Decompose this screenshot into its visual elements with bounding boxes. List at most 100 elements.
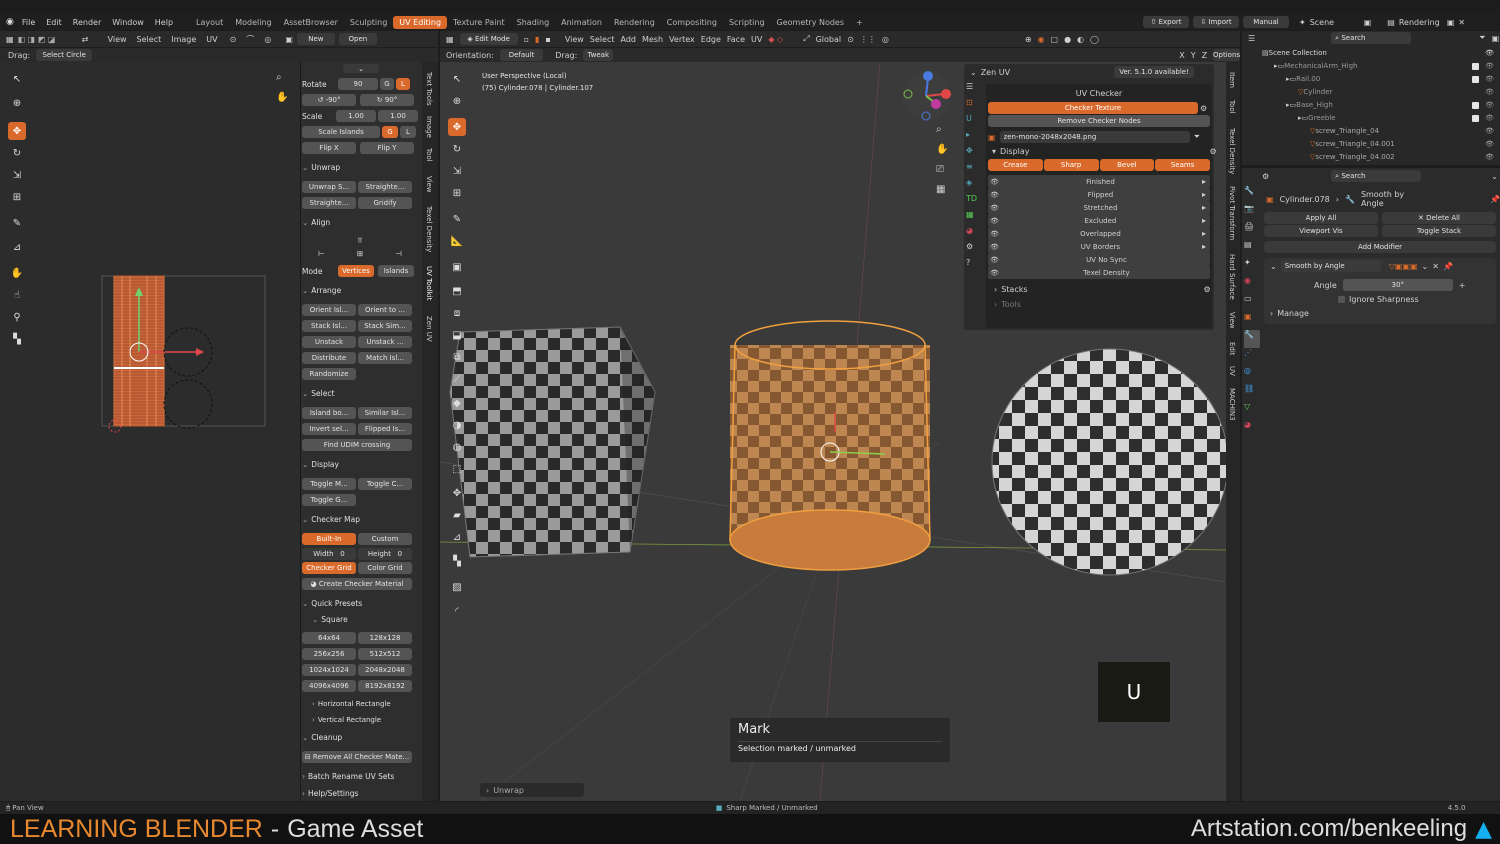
select-cursor-icon[interactable]: ▸: [1202, 190, 1206, 199]
world-tab-icon[interactable]: ◉: [1244, 276, 1260, 294]
pan-icon[interactable]: ✋: [276, 92, 288, 103]
orient-to-button[interactable]: Orient to ...: [358, 304, 412, 316]
modifier-tab-icon[interactable]: 🔧: [1244, 330, 1260, 348]
island-borders-button[interactable]: Island bo...: [302, 407, 356, 419]
preset-128[interactable]: 128x128: [358, 632, 412, 644]
vp-spin-icon[interactable]: ◑: [448, 416, 466, 434]
vp-annotate-tool-icon[interactable]: ✎: [448, 210, 466, 228]
menu-window[interactable]: Window: [112, 18, 144, 27]
drag-tweak-dropdown[interactable]: Tweak: [583, 49, 614, 61]
display-subheader[interactable]: ▾ Display ⚙: [992, 147, 1217, 156]
properties-options-icon[interactable]: ⌄: [1491, 172, 1498, 181]
edge-select-icon[interactable]: ▮: [535, 35, 539, 44]
eye-icon[interactable]: 👁: [1485, 140, 1494, 148]
visibility-checkbox[interactable]: [1472, 101, 1480, 109]
data-tab-icon[interactable]: ▽: [1244, 402, 1260, 420]
checker-section-header[interactable]: ⌄ Checker Map: [302, 515, 418, 524]
vp-extra-icons[interactable]: ◆ ◇: [768, 35, 783, 44]
arrange-section-header[interactable]: ⌄ Arrange: [302, 286, 418, 295]
zen-tag-icon[interactable]: ◕: [966, 226, 982, 242]
preset-512[interactable]: 512x512: [358, 648, 412, 660]
zen-row-label[interactable]: Stretched: [1003, 204, 1198, 212]
eye-icon[interactable]: 👁: [990, 256, 999, 264]
presets-section-header[interactable]: ⌄ Quick Presets: [302, 599, 418, 608]
zen-list-icon[interactable]: ☰: [966, 82, 982, 98]
vtab-image[interactable]: Image: [425, 116, 433, 138]
vtab-text-tools[interactable]: Text Tools: [425, 72, 433, 106]
add-workspace-icon[interactable]: +: [850, 16, 869, 29]
vp-shrink-icon[interactable]: ✥: [448, 484, 466, 502]
visibility-checkbox[interactable]: [1472, 75, 1480, 83]
flip-x-button[interactable]: Flip X: [302, 142, 356, 154]
viewport-editor-icon[interactable]: ▦: [446, 35, 454, 44]
uv-menu-uv[interactable]: UV: [206, 35, 217, 44]
mirror-y[interactable]: Y: [1191, 51, 1196, 60]
vtab-texel-density[interactable]: Texel Density: [425, 206, 433, 252]
modifier-close-icon[interactable]: ✕: [1432, 262, 1439, 271]
invert-selection-button[interactable]: Invert sel...: [302, 423, 356, 435]
texture-file-dropdown[interactable]: zen-mono-2048x2048.png: [999, 131, 1190, 143]
outliner-item[interactable]: ▽ screw_Triangle_04.002 👁: [1262, 153, 1494, 161]
preset-256[interactable]: 256x256: [302, 648, 356, 660]
proportional-icon[interactable]: ◎: [264, 35, 271, 44]
eye-icon[interactable]: 👁: [990, 269, 999, 277]
eye-icon[interactable]: 👁: [1485, 101, 1494, 109]
scale-islands-l[interactable]: L: [400, 126, 416, 138]
outliner-search[interactable]: ⌕ Search: [1331, 32, 1412, 44]
visibility-checkbox[interactable]: [1472, 114, 1480, 122]
delete-all-button[interactable]: ✕ Delete All: [1382, 212, 1496, 224]
modifier-pin-icon[interactable]: 📌: [1443, 262, 1453, 271]
width-field[interactable]: Width 0: [302, 548, 356, 560]
tab-animation[interactable]: Animation: [555, 16, 608, 29]
mirror-z[interactable]: Z: [1202, 51, 1207, 60]
tools-header[interactable]: › Tools: [994, 300, 1204, 309]
vp-grid-icon[interactable]: ▦: [936, 184, 945, 195]
material-tab-icon[interactable]: ◕: [1244, 420, 1260, 438]
rotate-l-button[interactable]: L: [396, 78, 410, 90]
stacks-gear-icon[interactable]: ⚙: [1204, 285, 1211, 294]
vtab-uv-toolkit[interactable]: UV Toolkit: [425, 266, 433, 300]
ignore-sharpness-checkbox[interactable]: [1338, 296, 1345, 303]
uv-menu-select[interactable]: Select: [137, 35, 162, 44]
find-udim-button[interactable]: Find UDIM crossing: [302, 439, 412, 451]
zen-layers-icon[interactable]: ◈: [966, 178, 982, 194]
eye-icon[interactable]: 👁: [990, 191, 999, 199]
vp-shear-icon[interactable]: ▰: [448, 506, 466, 524]
eye-icon[interactable]: 👁: [1485, 62, 1494, 70]
select-cursor-icon[interactable]: ▸: [1202, 203, 1206, 212]
view-layer-tab-icon[interactable]: ▤: [1244, 240, 1260, 258]
tab-sculpting[interactable]: Sculpting: [344, 16, 393, 29]
rotate-ccw-button[interactable]: ↺ -90°: [302, 94, 356, 106]
color-grid-button[interactable]: Color Grid: [358, 562, 412, 574]
output-tab-icon[interactable]: 🖨: [1244, 222, 1260, 240]
relax-tool-icon[interactable]: ☝: [8, 286, 26, 304]
toggle-g-button[interactable]: Toggle G...: [302, 494, 356, 506]
select-cursor-icon[interactable]: ▸: [1202, 216, 1206, 225]
zoom-icon[interactable]: ⌕: [276, 72, 282, 83]
vp-smooth-icon[interactable]: ◍: [448, 438, 466, 456]
tab-geometry-nodes[interactable]: Geometry Nodes: [771, 16, 850, 29]
vp-cursor-tool-icon[interactable]: ⊕: [448, 92, 466, 110]
snap-toggle-icon[interactable]: ⋮⋮: [860, 35, 876, 44]
eye-icon[interactable]: 👁: [990, 178, 999, 186]
object-tab-icon[interactable]: ▣: [1244, 312, 1260, 330]
tool-tab-icon[interactable]: 🔧: [1244, 186, 1260, 204]
vp-camera-icon[interactable]: ⎚: [936, 164, 944, 175]
transform-tool-icon[interactable]: ⊞: [8, 188, 26, 206]
shading-solid-icon[interactable]: ●: [1064, 35, 1071, 44]
vp-inset-icon[interactable]: ⧈: [448, 304, 466, 322]
vp-menu-face[interactable]: Face: [727, 35, 745, 44]
vtab-machin3[interactable]: MACHIN3: [1228, 388, 1236, 421]
zen-help-icon[interactable]: ?: [966, 258, 982, 274]
grab-tool-icon[interactable]: ✋: [8, 264, 26, 282]
vp-knife-icon[interactable]: ⟋: [448, 370, 466, 388]
mode-sharp[interactable]: Sharp: [1043, 159, 1099, 171]
particles-tab-icon[interactable]: ⋰: [1244, 348, 1260, 366]
scale-x-field[interactable]: 1.00: [336, 110, 376, 122]
vtab-hard-surface[interactable]: Hard Surface: [1228, 254, 1236, 300]
zen-checker-icon[interactable]: ▦: [966, 210, 982, 226]
modifier-dropdown-icon[interactable]: ⌄: [1422, 262, 1429, 271]
tab-texture-paint[interactable]: Texture Paint: [447, 16, 511, 29]
copy-layer-icon[interactable]: ▣: [1447, 18, 1455, 27]
outliner-item[interactable]: ▤ Scene Collection 👁: [1262, 49, 1494, 57]
